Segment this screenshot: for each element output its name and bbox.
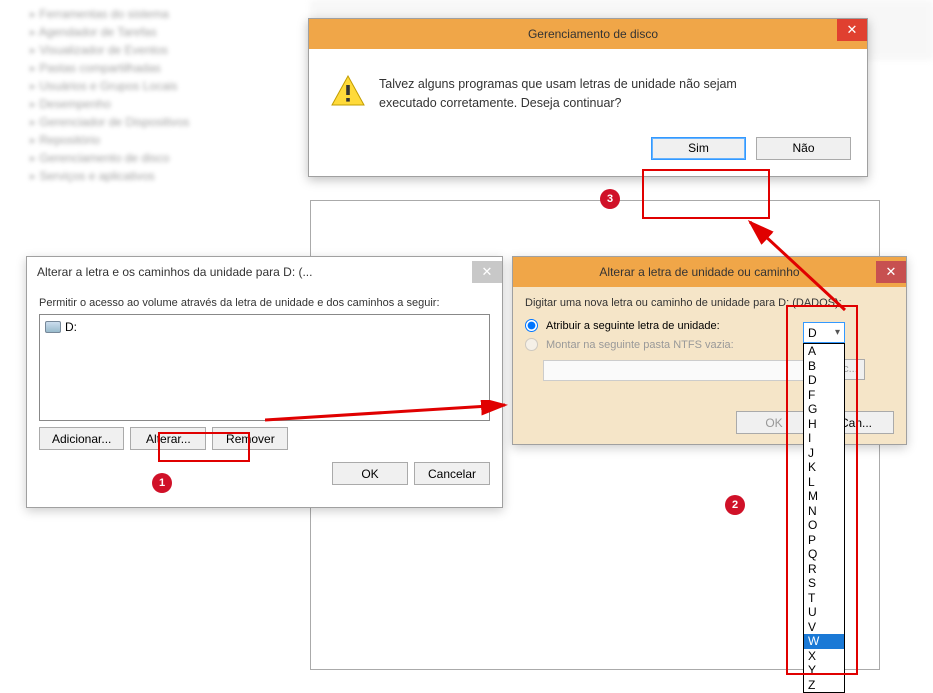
no-button[interactable]: Não (756, 137, 851, 160)
letter-option[interactable]: L (804, 475, 844, 490)
tree-item: Ferramentas do sistema (5, 5, 305, 23)
letter-option[interactable]: H (804, 417, 844, 432)
tree-item: Visualizador de Eventos (5, 41, 305, 59)
letter-option[interactable]: J (804, 446, 844, 461)
tree-item: Agendador de Tarefas (5, 23, 305, 41)
background-tree: Ferramentas do sistema Agendador de Tare… (0, 0, 310, 250)
dialog-title: Gerenciamento de disco (528, 27, 658, 41)
letter-option[interactable]: Z (804, 678, 844, 693)
letter-option[interactable]: A (804, 344, 844, 359)
confirmation-message: Talvez alguns programas que usam letras … (379, 75, 737, 113)
letter-option[interactable]: D (804, 373, 844, 388)
dialog-titlebar[interactable]: Alterar a letra de unidade ou caminho ✕ (513, 257, 906, 287)
list-item[interactable]: D: (45, 320, 484, 334)
tree-item: Desempenho (5, 95, 305, 113)
dialog-title: Alterar a letra e os caminhos da unidade… (37, 265, 312, 279)
close-icon[interactable]: ✕ (837, 19, 867, 41)
radio-input (525, 338, 538, 351)
radio-label: Atribuir a seguinte letra de unidade: (546, 320, 720, 332)
change-button[interactable]: Alterar... (130, 427, 206, 450)
dialog-title: Alterar a letra de unidade ou caminho (523, 265, 876, 279)
dialog-titlebar[interactable]: Alterar a letra e os caminhos da unidade… (27, 257, 502, 287)
tree-item: Gerenciador de Dispositivos (5, 113, 305, 131)
letter-option[interactable]: Y (804, 663, 844, 678)
selected-letter: D (808, 326, 817, 340)
letter-option[interactable]: G (804, 402, 844, 417)
yes-button[interactable]: Sim (651, 137, 746, 160)
letter-option[interactable]: O (804, 518, 844, 533)
letter-option[interactable]: F (804, 388, 844, 403)
letter-option[interactable]: S (804, 576, 844, 591)
tree-item: Gerenciamento de disco (5, 149, 305, 167)
ok-button[interactable]: OK (736, 411, 812, 434)
drive-list[interactable]: D: (39, 314, 490, 421)
letter-option[interactable]: M (804, 489, 844, 504)
radio-label: Montar na seguinte pasta NTFS vazia: (546, 339, 734, 351)
tree-item: Pastas compartilhadas (5, 59, 305, 77)
drive-letter-dropdown[interactable]: ABDFGHIJKLMNOPQRSTUVWXYZ (803, 343, 845, 693)
remove-button[interactable]: Remover (212, 427, 288, 450)
cancel-button[interactable]: Cancelar (414, 462, 490, 485)
letter-option[interactable]: V (804, 620, 844, 635)
confirmation-dialog: Gerenciamento de disco ✕ Talvez alguns p… (308, 18, 868, 177)
letter-option[interactable]: R (804, 562, 844, 577)
dialog-label: Permitir o acesso ao volume através da l… (39, 297, 490, 309)
drive-letter-text: D: (65, 320, 77, 334)
drive-letter-select[interactable]: D (803, 322, 845, 343)
letter-option[interactable]: N (804, 504, 844, 519)
disk-icon (45, 321, 61, 333)
dialog-label: Digitar uma nova letra ou caminho de uni… (525, 297, 894, 309)
letter-option[interactable]: W (804, 634, 844, 649)
letter-option[interactable]: P (804, 533, 844, 548)
letter-option[interactable]: B (804, 359, 844, 374)
letter-option[interactable]: K (804, 460, 844, 475)
change-drive-letter-dialog: Alterar a letra e os caminhos da unidade… (26, 256, 503, 508)
ok-button[interactable]: OK (332, 462, 408, 485)
close-icon[interactable]: ✕ (472, 261, 502, 283)
tree-item: Serviços e aplicativos (5, 167, 305, 185)
letter-option[interactable]: U (804, 605, 844, 620)
assign-drive-letter-dialog: Alterar a letra de unidade ou caminho ✕ … (512, 256, 907, 445)
letter-option[interactable]: T (804, 591, 844, 606)
close-icon[interactable]: ✕ (876, 261, 906, 283)
warning-icon (331, 75, 365, 107)
dialog-titlebar[interactable]: Gerenciamento de disco ✕ (309, 19, 867, 49)
letter-option[interactable]: X (804, 649, 844, 664)
letter-option[interactable]: Q (804, 547, 844, 562)
add-button[interactable]: Adicionar... (39, 427, 124, 450)
tree-item: Usuários e Grupos Locais (5, 77, 305, 95)
tree-item: Repositório (5, 131, 305, 149)
ntfs-folder-input (543, 360, 813, 381)
radio-input[interactable] (525, 319, 538, 332)
letter-option[interactable]: I (804, 431, 844, 446)
